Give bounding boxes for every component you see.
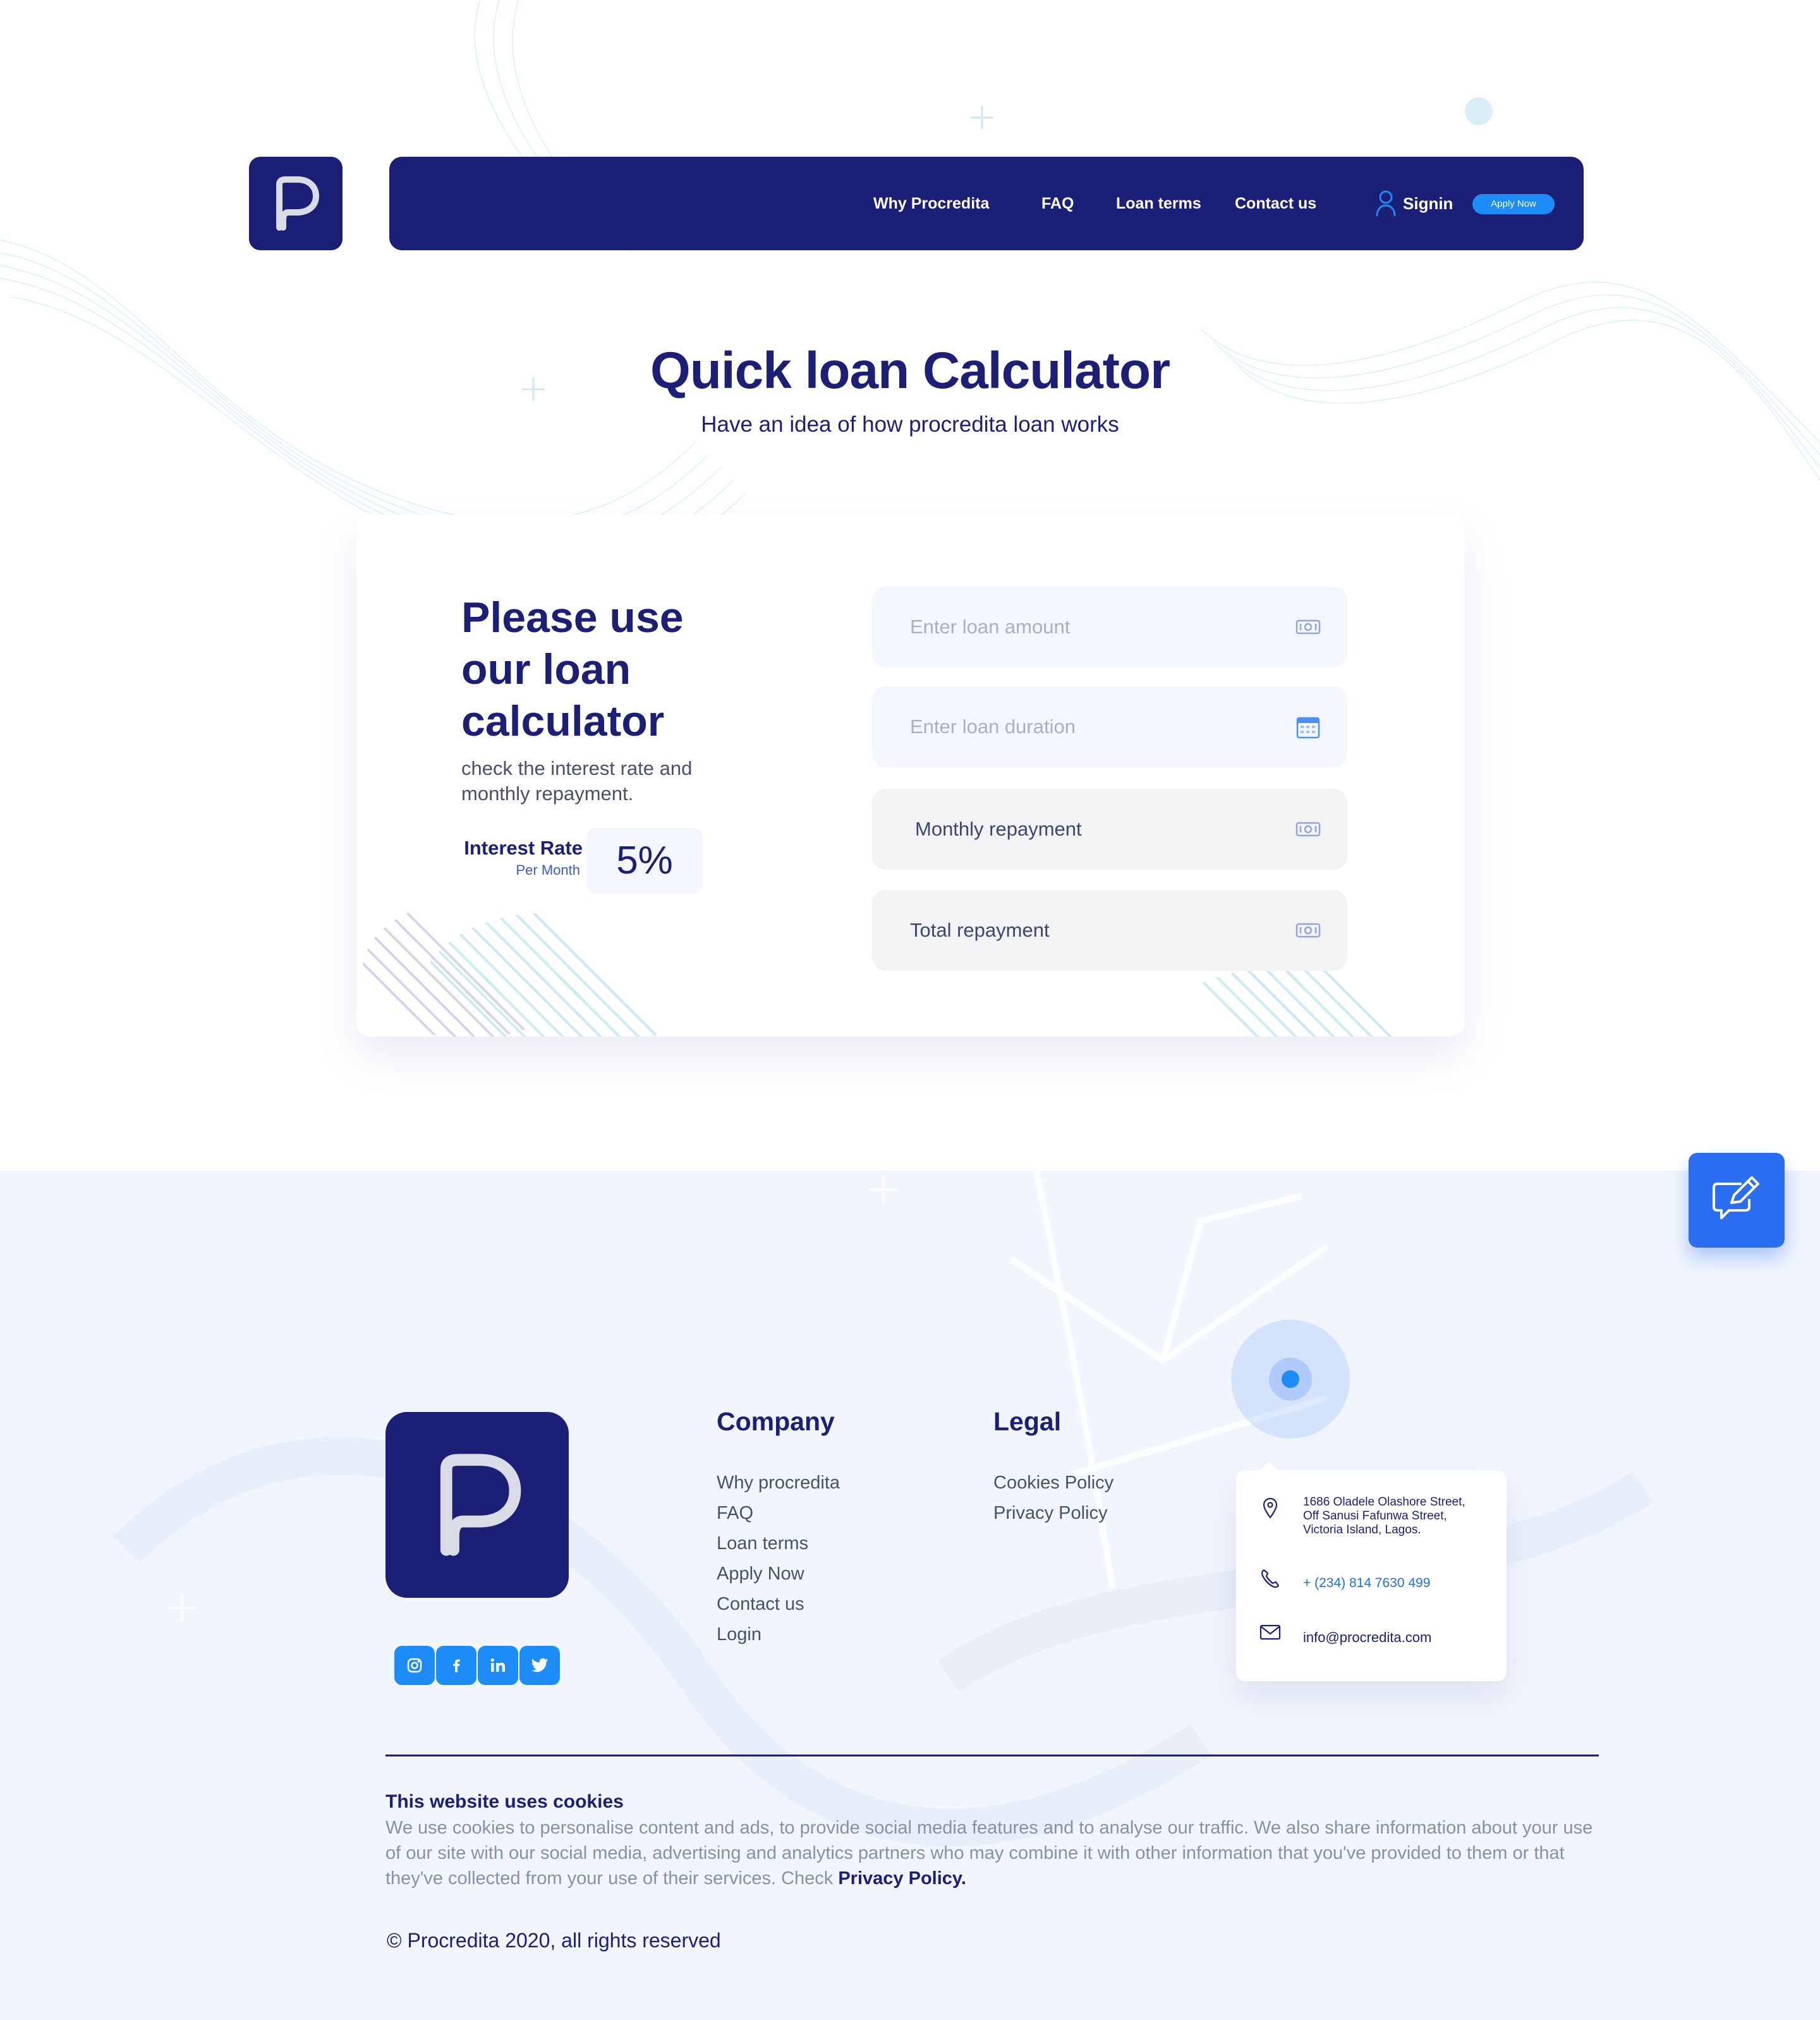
signin-label: Signin [1403, 193, 1453, 213]
nav-loan-terms[interactable]: Loan terms [1116, 157, 1201, 250]
footer-background [0, 1171, 1820, 2020]
total-repayment-label: Total repayment [910, 919, 1050, 941]
facebook-button[interactable] [436, 1646, 476, 1685]
mail-icon [1259, 1624, 1281, 1640]
contact-address: 1686 Oladele Olashore Street, Off Sanusi… [1303, 1495, 1465, 1537]
footer-divider [385, 1755, 1599, 1756]
address-line-3: Victoria Island, Lagos. [1303, 1523, 1421, 1536]
page-title: Quick loan Calculator [650, 342, 1170, 399]
money-icon [1295, 923, 1321, 938]
procredita-logo-icon [276, 176, 319, 231]
page-subtitle: Have an idea of how procredita loan work… [701, 412, 1119, 437]
copyright: © Procredita 2020, all rights reserved [387, 1929, 721, 1952]
calculator-description: check the interest rate and monthly repa… [461, 757, 693, 805]
legal-heading: Legal [993, 1407, 1062, 1436]
footer-link-contact-us[interactable]: Contact us [717, 1589, 840, 1619]
contact-email[interactable]: info@procredita.com [1303, 1631, 1431, 1645]
write-message-icon [1713, 1176, 1759, 1219]
footer-link-apply-now[interactable]: Apply Now [717, 1559, 840, 1589]
instagram-button[interactable] [394, 1646, 435, 1685]
interest-rate-period: Per Month [516, 862, 581, 878]
money-icon [1295, 822, 1321, 837]
total-repayment-field: Total repayment [872, 890, 1347, 971]
contact-card: 1686 Oladele Olashore Street, Off Sanusi… [1236, 1470, 1507, 1681]
linkedin-button[interactable] [478, 1646, 518, 1685]
footer-link-privacy-policy[interactable]: Privacy Policy [993, 1498, 1113, 1528]
loan-duration-field [872, 686, 1347, 767]
company-heading: Company [717, 1407, 835, 1436]
procredita-logo-icon [440, 1454, 521, 1556]
interest-rate-label: Interest Rate [464, 837, 583, 859]
footer-link-loan-terms[interactable]: Loan terms [717, 1528, 840, 1559]
loan-amount-input[interactable] [872, 587, 1347, 667]
location-pin-icon [1263, 1497, 1278, 1519]
footer-logo[interactable] [385, 1412, 569, 1598]
interest-rate-value: 5% [586, 828, 703, 894]
linkedin-icon [490, 1658, 505, 1672]
loan-amount-field [872, 587, 1347, 667]
cookie-privacy-link[interactable]: Privacy Policy. [838, 1868, 966, 1889]
company-links: Why procredita FAQ Loan terms Apply Now … [717, 1468, 840, 1650]
signin-link[interactable]: Signin [1375, 188, 1453, 219]
cookie-text: We use cookies to personalise content an… [385, 1818, 1593, 1889]
cookie-title: This website uses cookies [385, 1791, 624, 1812]
main-navbar: Why Procredita FAQ Loan terms Contact us… [389, 157, 1584, 250]
feedback-button[interactable] [1689, 1153, 1785, 1248]
loan-calculator-card: Please use our loan calculator check the… [356, 514, 1465, 1037]
instagram-icon [407, 1658, 422, 1673]
legal-links: Cookies Policy Privacy Policy [993, 1468, 1113, 1528]
footer-link-login[interactable]: Login [717, 1619, 840, 1650]
map-background-decoration [112, 1171, 1654, 1847]
header-logo[interactable] [249, 157, 343, 250]
footer-link-faq[interactable]: FAQ [717, 1498, 840, 1528]
nav-why-procredita[interactable]: Why Procredita [873, 157, 989, 250]
address-line-1: 1686 Oladele Olashore Street, [1303, 1495, 1465, 1509]
twitter-button[interactable] [519, 1646, 560, 1685]
monthly-repayment-field: Monthly repayment [872, 789, 1347, 870]
nav-faq[interactable]: FAQ [1041, 157, 1074, 250]
monthly-repayment-label: Monthly repayment [915, 818, 1082, 840]
money-icon [1295, 619, 1321, 635]
facebook-icon [453, 1659, 460, 1672]
twitter-icon [531, 1658, 548, 1672]
footer-link-why-procredita[interactable]: Why procredita [717, 1468, 840, 1498]
calendar-icon [1296, 717, 1320, 739]
nav-contact-us[interactable]: Contact us [1235, 157, 1316, 250]
apply-now-button[interactable]: Apply Now [1472, 194, 1555, 214]
loan-duration-input[interactable] [872, 686, 1347, 767]
cookie-notice: We use cookies to personalise content an… [385, 1815, 1611, 1891]
user-icon [1376, 190, 1396, 217]
phone-icon [1261, 1569, 1280, 1588]
map-location-pin[interactable] [1282, 1370, 1299, 1388]
address-line-2: Off Sanusi Fafunwa Street, [1303, 1509, 1447, 1523]
contact-phone[interactable]: + (234) 814 7630 499 [1303, 1576, 1430, 1590]
footer-link-cookies-policy[interactable]: Cookies Policy [993, 1468, 1113, 1498]
calculator-heading: Please use our loan calculator [461, 593, 684, 745]
